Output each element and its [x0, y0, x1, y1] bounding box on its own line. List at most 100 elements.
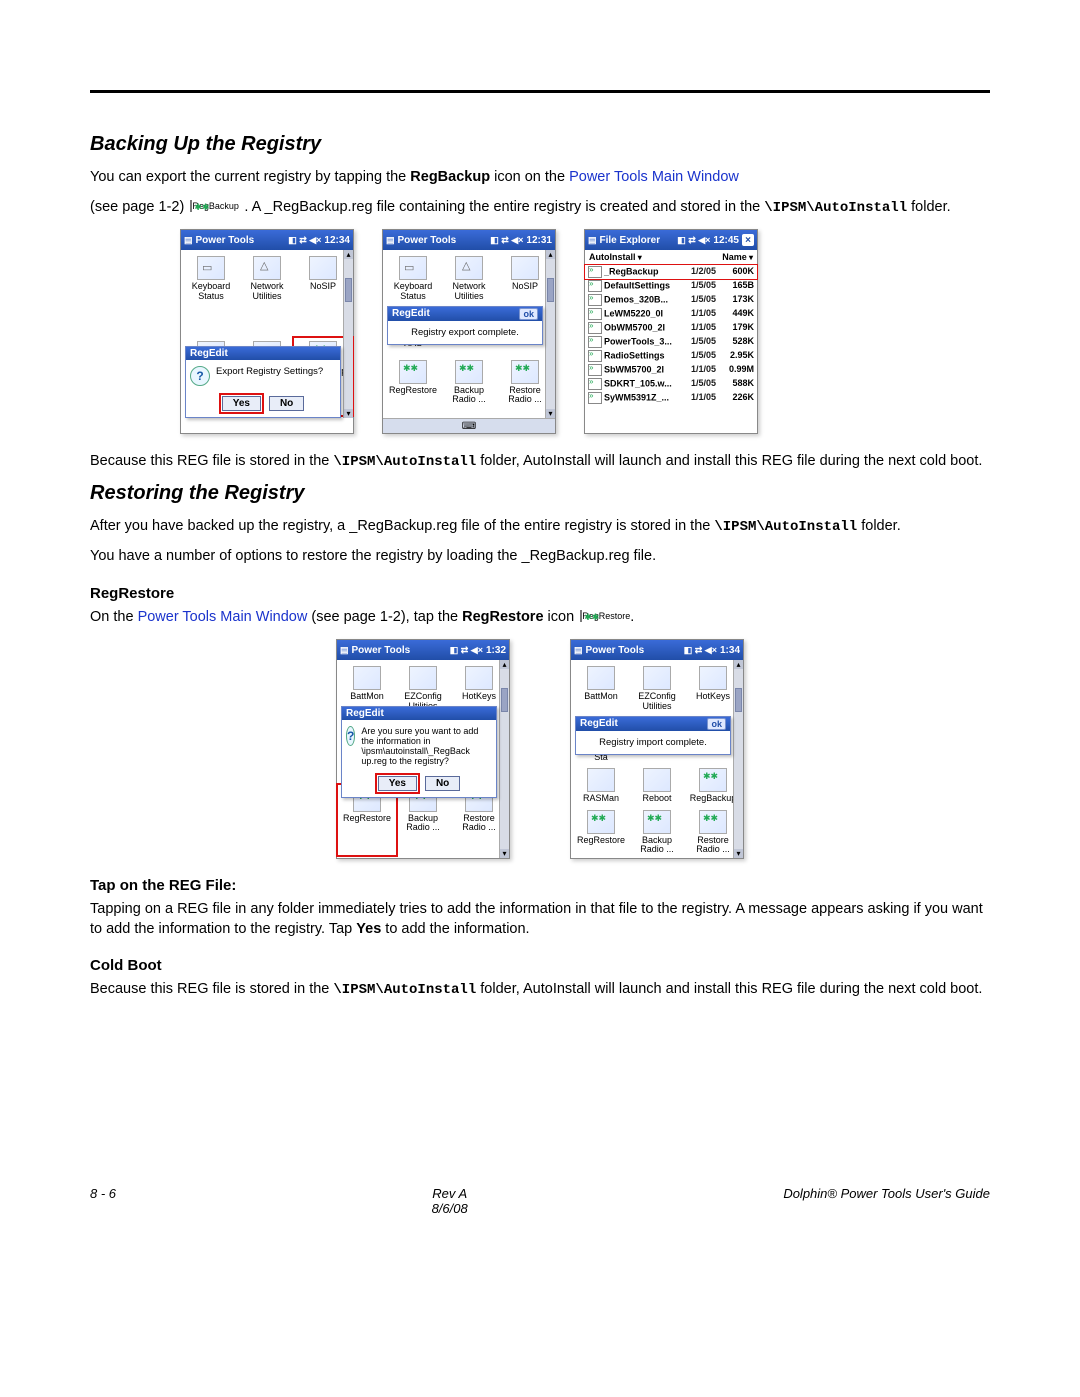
para-5: You have a number of options to restore … [90, 547, 990, 567]
file-row[interactable]: Demos_320B...1/5/05173K [585, 293, 757, 307]
title-text: Power Tools [196, 235, 255, 246]
text: to add the information. [385, 921, 529, 937]
label: Network Utilities [239, 282, 295, 301]
folder-dropdown[interactable]: AutoInstall [589, 252, 642, 262]
heading-restoring: Restoring the Registry [90, 482, 990, 505]
scrollbar[interactable] [733, 660, 743, 858]
dialog-export-question: RegEdit ?Export Registry Settings? Yes N… [185, 346, 341, 418]
titlebar: ▤ File Explorer ◧ ⇄ ◀× 12:45 × [585, 230, 757, 250]
titlebar: ▤ Power Tools ◧ ⇄ ◀× 12:34 [181, 230, 353, 250]
file-row[interactable]: RadioSettings1/5/052.95K [585, 349, 757, 363]
yes-button[interactable]: Yes [222, 396, 261, 411]
label: Backup Radio ... [441, 386, 497, 405]
question-icon: ? [346, 726, 355, 746]
icon-regrestore[interactable]: RegRestore [573, 808, 629, 859]
label: RegRestore [573, 836, 629, 845]
device-powertools-export-prompt: ▤ Power Tools ◧ ⇄ ◀× 12:34 Keyboard Stat… [180, 229, 354, 434]
yes-button[interactable]: Yes [378, 776, 417, 791]
dialog-export-complete: RegEditok Registry export complete. [387, 306, 543, 345]
dialog-text: Registry export complete. [411, 327, 519, 338]
signal-icon: ◧ ⇄ ◀× [684, 645, 717, 656]
scrollbar[interactable] [343, 250, 353, 418]
file-row[interactable]: _RegBackup1/2/05600K [585, 265, 757, 279]
para-1: You can export the current registry by t… [90, 168, 990, 188]
file-row[interactable]: LeWM5220_0I1/1/05449K [585, 307, 757, 321]
link-power-tools-main-window[interactable]: Power Tools Main Window [569, 169, 739, 185]
device-file-explorer: ▤ File Explorer ◧ ⇄ ◀× 12:45 × AutoInsta… [584, 229, 758, 434]
icon-keyboard-status[interactable]: Keyboard Status [385, 254, 441, 310]
heading-regrestore: RegRestore [90, 585, 990, 602]
icon-network-utilities[interactable]: Network Utilities [239, 254, 295, 339]
scrollbar[interactable] [499, 660, 509, 858]
para-2: (see page 1-2) RegBackup . A _RegBackup.… [90, 198, 990, 218]
icon-ezconfig[interactable]: EZConfig Utilities [629, 664, 685, 715]
text: icon on the [494, 169, 569, 185]
text-bold: RegRestore [462, 609, 543, 625]
file-row[interactable]: ObWM5700_2I1/1/05179K [585, 321, 757, 335]
icon-network-utilities[interactable]: Network Utilities [441, 254, 497, 310]
title-text: Power Tools [586, 645, 645, 656]
regrestore-inline-icon: RegRestore [580, 612, 628, 621]
label: EZConfig Utilities [629, 692, 685, 711]
page-top-rule [90, 90, 990, 93]
clock: 1:32 [486, 645, 506, 656]
sort-dropdown[interactable]: Name [722, 252, 753, 262]
no-button[interactable]: No [425, 776, 460, 791]
file-row[interactable]: SDKRT_105.w...1/5/05588K [585, 377, 757, 391]
clock: 12:45 [713, 235, 739, 246]
text: You can export the current registry by t… [90, 169, 410, 185]
text: folder, AutoInstall will launch and inst… [480, 981, 982, 997]
path-text: \IPSM\AutoInstall [333, 982, 476, 998]
close-icon[interactable]: × [742, 234, 754, 246]
ok-button[interactable]: ok [707, 718, 726, 730]
footer-guide: Dolphin® Power Tools User's Guide [783, 1186, 990, 1216]
dialog-title: RegEdit [346, 708, 384, 719]
signal-icon: ◧ ⇄ ◀× [677, 235, 710, 246]
device-powertools-export-complete: ▤ Power Tools ◧ ⇄ ◀× 12:31 Keyboard Stat… [382, 229, 556, 434]
titlebar: ▤ Power Tools ◧ ⇄ ◀× 12:31 [383, 230, 555, 250]
para-8: Because this REG file is stored in the \… [90, 980, 990, 1000]
heading-tap-reg: Tap on the REG File: [90, 877, 990, 894]
icon-backup-radio[interactable]: Backup Radio ... [629, 808, 685, 859]
text: After you have backed up the registry, a… [90, 518, 714, 534]
title-text: Power Tools [398, 235, 457, 246]
icon-keyboard-status[interactable]: Keyboard Status [183, 254, 239, 339]
icon-rasman[interactable]: RASMan [573, 766, 629, 807]
footer-rev: Rev A [432, 1186, 467, 1201]
footer-page: 8 - 6 [90, 1186, 116, 1216]
file-row[interactable]: DefaultSettings1/5/05165B [585, 279, 757, 293]
text: On the [90, 609, 138, 625]
signal-icon: ◧ ⇄ ◀× [288, 235, 321, 246]
label: RASMan [573, 794, 629, 803]
text: . A _RegBackup.reg file containing the e… [244, 199, 764, 215]
ok-button[interactable]: ok [519, 308, 538, 320]
footer-center: Rev A 8/6/08 [116, 1186, 783, 1216]
file-row[interactable]: PowerTools_3...1/5/05528K [585, 335, 757, 349]
no-button[interactable]: No [269, 396, 304, 411]
dialog-title: RegEdit [190, 348, 228, 359]
sip-icon[interactable]: ⌨ [462, 421, 476, 432]
dialog-title: RegEdit [580, 718, 618, 730]
label: Reboot [629, 794, 685, 803]
dialog-text: Are you sure you want to add the informa… [361, 726, 492, 766]
file-row[interactable]: SbWM5700_2I1/1/050.99M [585, 363, 757, 377]
link-power-tools-main-window[interactable]: Power Tools Main Window [138, 609, 308, 625]
title-text: Power Tools [352, 645, 411, 656]
icon-regrestore[interactable]: RegRestore [385, 358, 441, 414]
path-text: \IPSM\AutoInstall [764, 200, 907, 216]
app-icon: ▤ [184, 235, 193, 246]
icon-backup-radio[interactable]: Backup Radio ... [441, 358, 497, 414]
titlebar: ▤ Power Tools ◧ ⇄ ◀× 1:32 [337, 640, 509, 660]
icon-reboot[interactable]: Reboot [629, 766, 685, 807]
title-text: File Explorer [600, 235, 661, 246]
clock: 12:34 [324, 235, 350, 246]
label: Backup Radio ... [629, 836, 685, 855]
text: Because this REG file is stored in the [90, 453, 333, 469]
page-footer: 8 - 6 Rev A 8/6/08 Dolphin® Power Tools … [90, 1186, 990, 1216]
text: folder, AutoInstall will launch and inst… [480, 453, 982, 469]
icon-battmon[interactable]: BattMon [573, 664, 629, 715]
footer-date: 8/6/08 [432, 1201, 468, 1216]
text: folder. [861, 518, 901, 534]
scrollbar[interactable] [545, 250, 555, 418]
file-row[interactable]: SyWM5391Z_...1/1/05226K [585, 391, 757, 405]
